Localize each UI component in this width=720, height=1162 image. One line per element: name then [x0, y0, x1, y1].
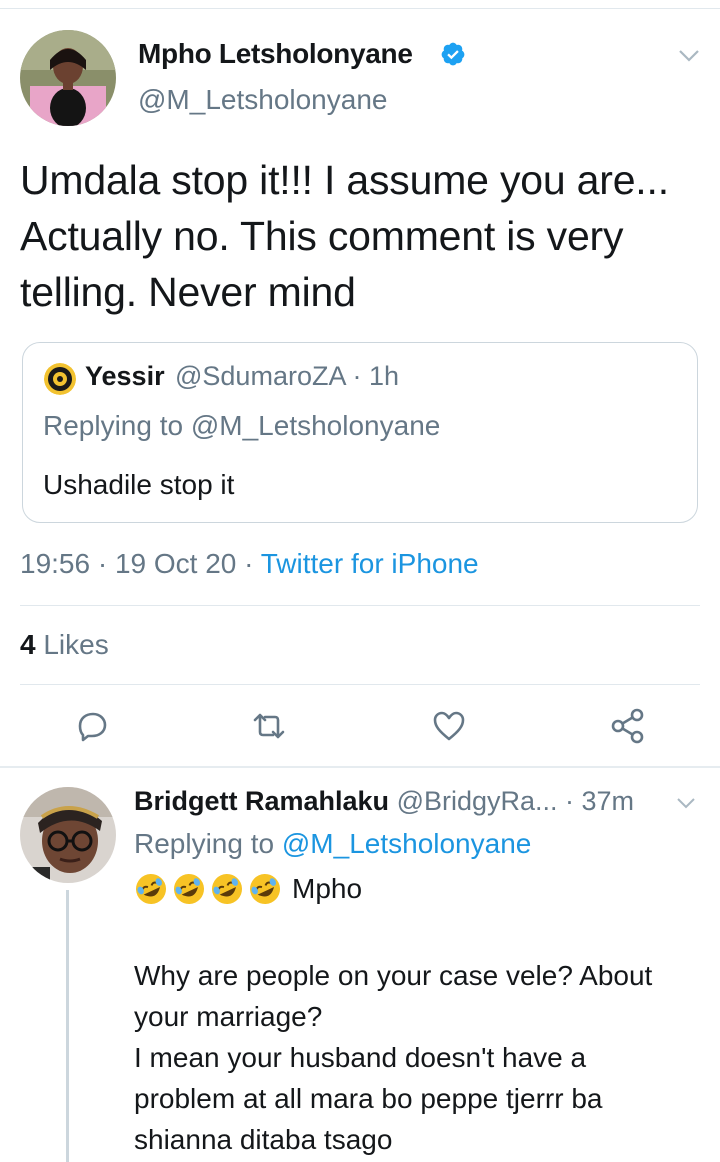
rolling-on-floor-laughing-emoji: [210, 872, 244, 906]
reply-body: Why are people on your case vele? About …: [134, 955, 714, 1160]
retweet-icon[interactable]: [249, 706, 289, 746]
likes-number: 4: [20, 629, 36, 660]
quote-author-name: Yessir: [85, 361, 165, 391]
quoted-tweet-card[interactable]: Yessir @SdumaroZA · 1h Replying to @M_Le…: [22, 342, 698, 523]
replying-mention-link[interactable]: @M_Letsholonyane: [282, 828, 531, 859]
reply-author-name[interactable]: Bridgett Ramahlaku: [134, 786, 389, 816]
reply-author-avatar[interactable]: [20, 787, 116, 883]
reply-emoji-text: Mpho: [292, 873, 363, 904]
tweet-source-link[interactable]: Twitter for iPhone: [261, 548, 479, 579]
quote-handle-time: @SdumaroZA · 1h: [175, 361, 400, 391]
tweet-timestamp: 19:56 · 19 Oct 20 ·: [20, 548, 261, 579]
replying-prefix: Replying to: [134, 828, 282, 859]
reply-body-line: Why are people on your case vele? About: [134, 960, 653, 991]
chevron-down-icon[interactable]: [678, 48, 700, 64]
likes-label: Likes: [35, 629, 109, 660]
divider: [20, 605, 700, 606]
reply-body-line: I mean your husband doesn't have a: [134, 1042, 587, 1073]
reply-replying-to: Replying to @M_Letsholonyane: [134, 828, 531, 860]
quote-text: Ushadile stop it: [43, 469, 235, 500]
share-icon[interactable]: [608, 706, 648, 746]
quote-avatar: [44, 363, 76, 395]
author-avatar[interactable]: [20, 30, 116, 126]
divider: [20, 684, 700, 685]
rolling-on-floor-laughing-emoji: [172, 872, 206, 906]
reply-body-line: problem at all mara bo peppe tjerrr ba: [134, 1083, 603, 1114]
heart-icon[interactable]: [429, 706, 469, 746]
reply-handle-time[interactable]: @BridgyRa... · 37m: [389, 786, 634, 816]
reply-header: Bridgett Ramahlaku @BridgyRa... · 37m: [134, 786, 634, 817]
thread-line: [66, 890, 69, 1162]
author-name[interactable]: Mpho Letsholonyane: [138, 38, 413, 70]
verified-badge-icon: [441, 42, 465, 66]
chevron-down-icon[interactable]: [676, 797, 696, 811]
reply-icon[interactable]: [72, 706, 112, 746]
rolling-on-floor-laughing-emoji: [248, 872, 282, 906]
quote-replying-to: Replying to @M_Letsholonyane: [43, 410, 441, 441]
reply-emoji-line: Mpho: [134, 872, 362, 906]
likes-count[interactable]: 4 Likes: [20, 629, 109, 661]
author-handle[interactable]: @M_Letsholonyane: [138, 84, 387, 116]
reply-body-line: shianna ditaba tsago: [134, 1124, 393, 1155]
section-divider: [0, 766, 720, 768]
rolling-on-floor-laughing-emoji: [134, 872, 168, 906]
top-divider: [0, 8, 720, 9]
reply-body-line: your marriage?: [134, 1001, 323, 1032]
tweet-text: Umdala stop it!!! I assume you are... Ac…: [20, 157, 669, 315]
tweet-meta: 19:56 · 19 Oct 20 · Twitter for iPhone: [20, 548, 479, 580]
